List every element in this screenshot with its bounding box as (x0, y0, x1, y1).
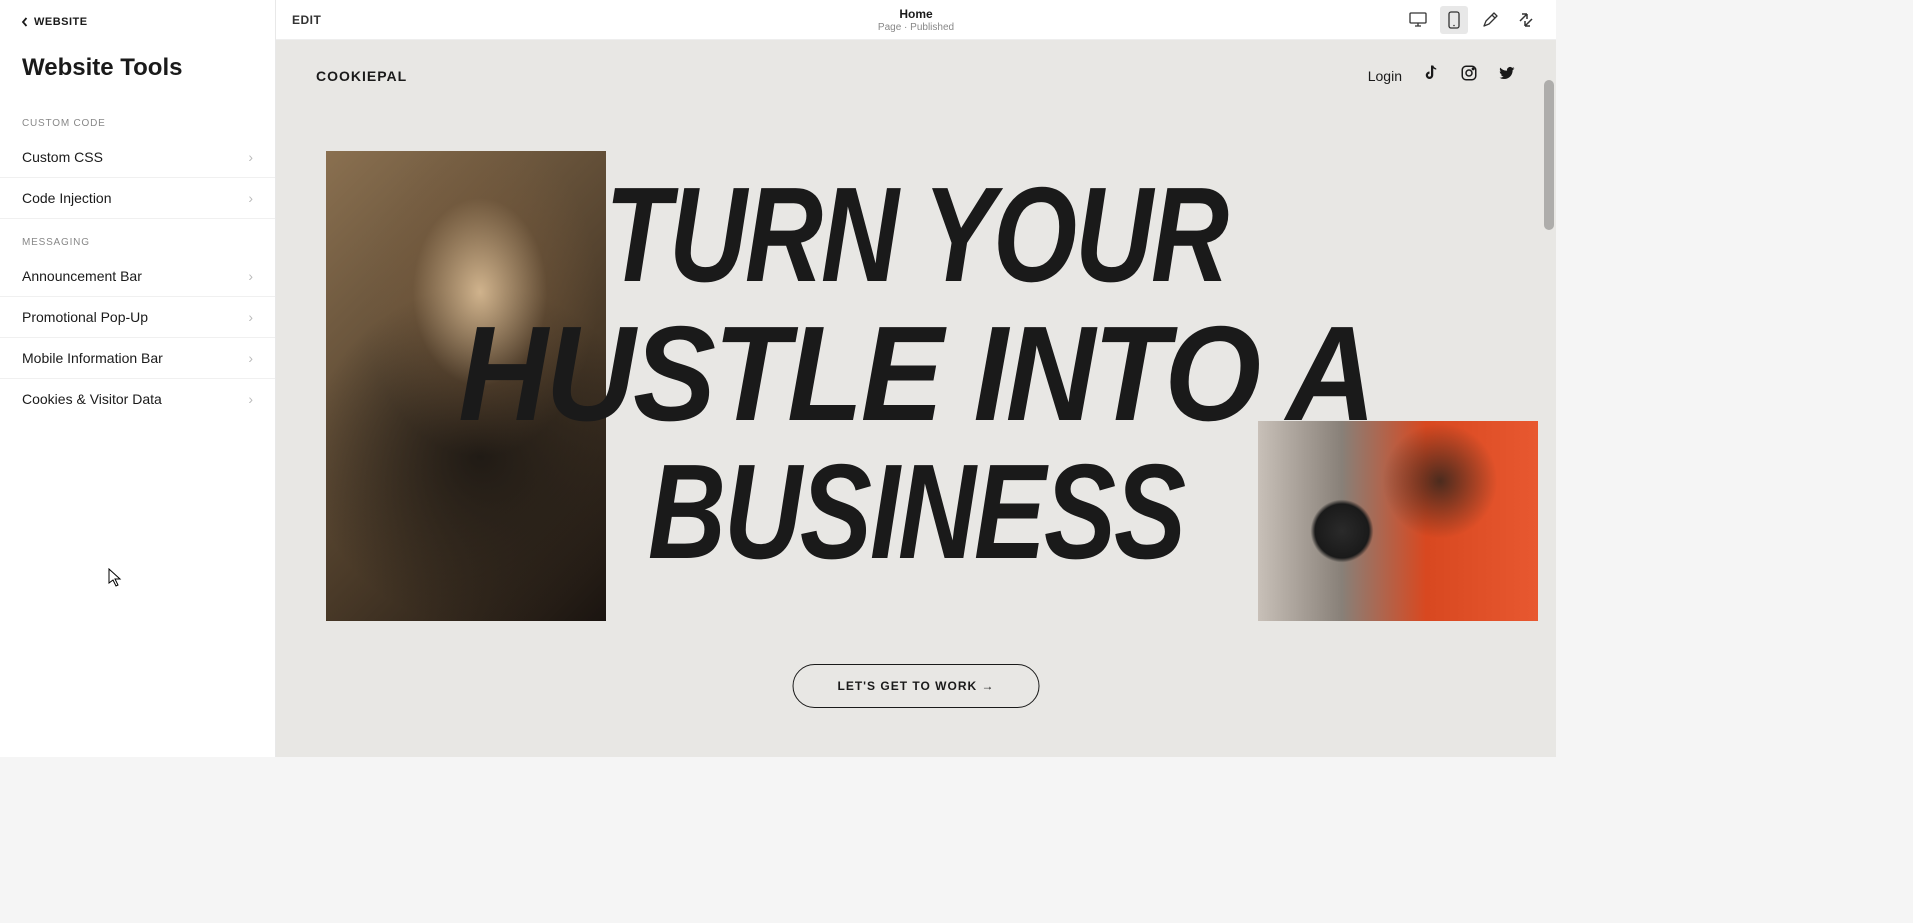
section-header-custom-code: CUSTOM CODE (0, 100, 275, 137)
edit-button[interactable]: EDIT (292, 13, 321, 27)
site-header: COOKIEPAL Login (276, 40, 1556, 111)
expand-button[interactable] (1512, 6, 1540, 34)
section-header-messaging: MESSAGING (0, 219, 275, 256)
twitter-link[interactable] (1498, 64, 1516, 87)
chevron-right-icon: › (248, 149, 253, 165)
paintbrush-icon (1481, 11, 1499, 29)
page-info: Home Page · Published (878, 7, 954, 33)
hero-image-right (1258, 421, 1538, 621)
nav-item-cookies-visitor-data[interactable]: Cookies & Visitor Data › (0, 379, 275, 419)
mobile-view-button[interactable] (1440, 6, 1468, 34)
nav-item-label: Cookies & Visitor Data (22, 391, 162, 407)
nav-item-promotional-popup[interactable]: Promotional Pop-Up › (0, 297, 275, 338)
chevron-right-icon: › (248, 391, 253, 407)
tiktok-link[interactable] (1422, 64, 1440, 87)
hero-image-left (326, 151, 606, 621)
chevron-right-icon: › (248, 309, 253, 325)
chevron-right-icon: › (248, 268, 253, 284)
tiktok-icon (1422, 64, 1440, 82)
nav-item-label: Code Injection (22, 190, 112, 206)
hero: TURN YOUR HUSTLE INTO A BUSINESS LET'S G… (276, 111, 1556, 748)
nav-item-label: Promotional Pop-Up (22, 309, 148, 325)
sidebar-title: Website Tools (0, 40, 275, 100)
preview-pane: COOKIEPAL Login TURN YOUR HUSTLE INTO A … (276, 40, 1556, 757)
mobile-icon (1448, 11, 1460, 29)
back-button[interactable]: WEBSITE (0, 0, 275, 40)
chevron-right-icon: › (248, 350, 253, 366)
nav-item-label: Custom CSS (22, 149, 103, 165)
site-brand[interactable]: COOKIEPAL (316, 68, 407, 84)
chevron-right-icon: › (248, 190, 253, 206)
twitter-icon (1498, 64, 1516, 82)
login-link[interactable]: Login (1368, 68, 1402, 84)
back-label: WEBSITE (34, 16, 88, 28)
topbar-actions (1404, 6, 1540, 34)
nav-item-code-injection[interactable]: Code Injection › (0, 178, 275, 219)
sidebar: WEBSITE Website Tools CUSTOM CODE Custom… (0, 0, 276, 757)
desktop-icon (1409, 12, 1427, 28)
nav-item-custom-css[interactable]: Custom CSS › (0, 137, 275, 178)
styles-button[interactable] (1476, 6, 1504, 34)
cta-button[interactable]: LET'S GET TO WORK → (793, 664, 1040, 708)
site-nav: Login (1368, 64, 1516, 87)
scrollbar[interactable] (1544, 80, 1554, 230)
nav-item-mobile-info-bar[interactable]: Mobile Information Bar › (0, 338, 275, 379)
page-meta: Page · Published (878, 22, 954, 33)
desktop-view-button[interactable] (1404, 6, 1432, 34)
nav-item-label: Announcement Bar (22, 268, 142, 284)
nav-item-label: Mobile Information Bar (22, 350, 163, 366)
topbar: EDIT Home Page · Published (276, 0, 1556, 40)
page-title: Home (878, 7, 954, 21)
nav-item-announcement-bar[interactable]: Announcement Bar › (0, 256, 275, 297)
chevron-left-icon (20, 17, 30, 27)
instagram-icon (1460, 64, 1478, 82)
instagram-link[interactable] (1460, 64, 1478, 87)
expand-icon (1518, 12, 1534, 28)
